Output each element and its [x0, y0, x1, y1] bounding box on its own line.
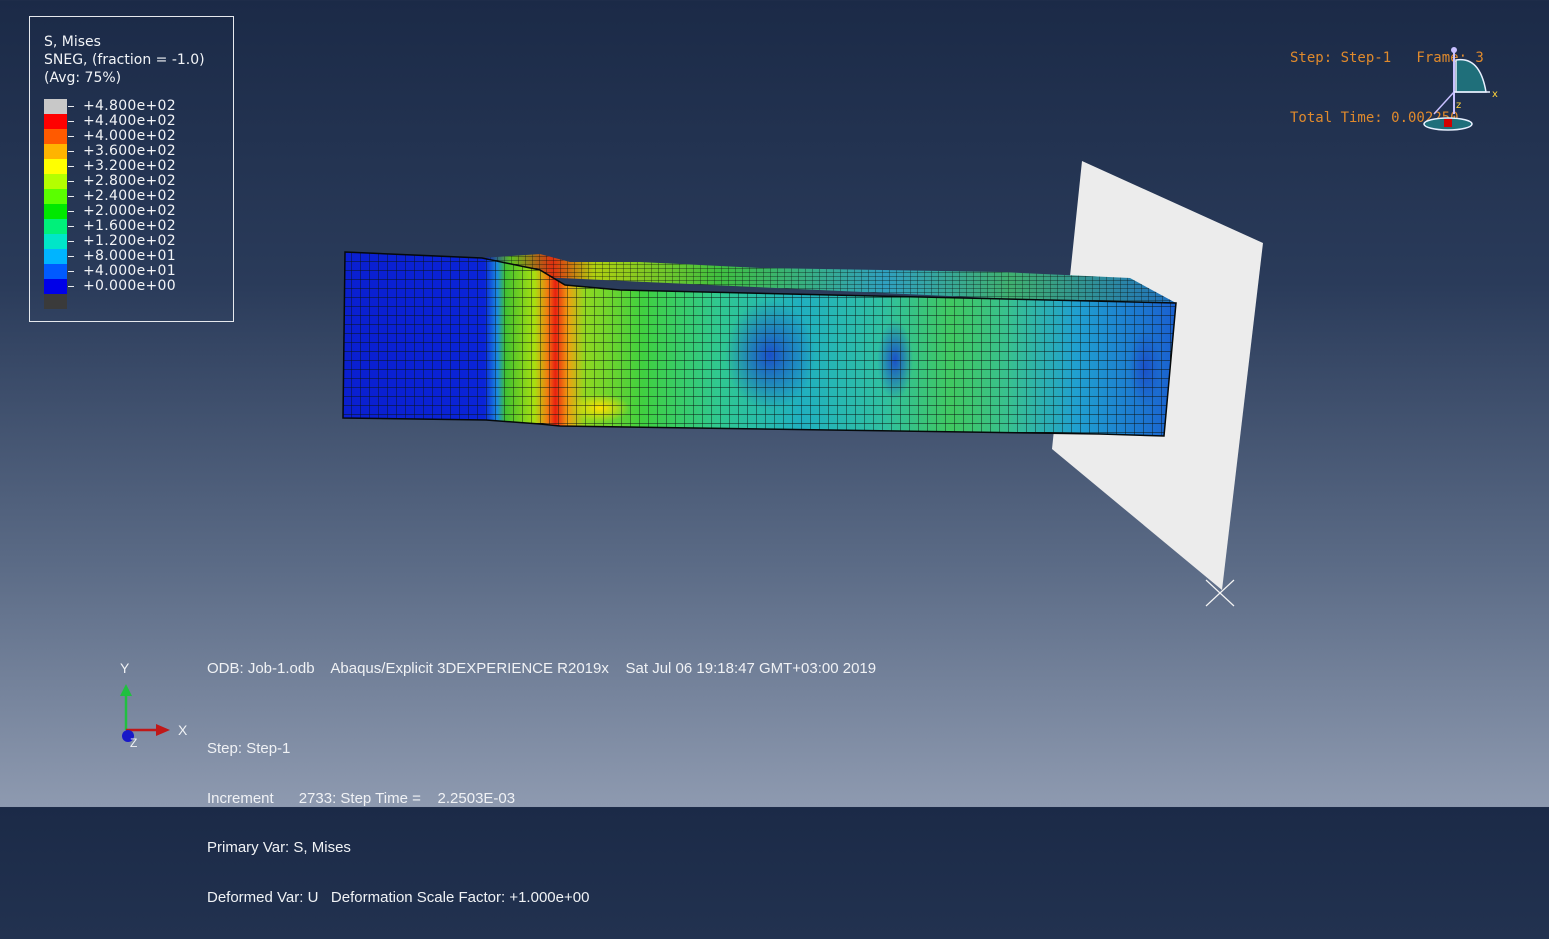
axis-x-label: X: [178, 722, 188, 738]
viewport[interactable]: S, Mises SNEG, (fraction = -1.0) (Avg: 7…: [0, 0, 1549, 905]
status-increment: Increment 2733: Step Time = 2.2503E-03: [207, 789, 516, 807]
odb-info-line: ODB: Job-1.odb Abaqus/Explicit 3DEXPERIE…: [207, 660, 877, 677]
status-deformed-var: Deformed Var: U Deformation Scale Factor…: [207, 888, 590, 906]
status-primary-var: Primary Var: S, Mises: [207, 839, 351, 856]
model-render[interactable]: [0, 0, 1549, 807]
status-step: Step: Step-1: [207, 740, 291, 757]
axis-y-label: Y: [120, 660, 130, 676]
status-block: Step: Step-1 Increment 2733: Step Time =…: [207, 708, 589, 939]
global-axis-triad: Y X Z: [110, 658, 200, 758]
axis-z-label: Z: [130, 736, 138, 750]
